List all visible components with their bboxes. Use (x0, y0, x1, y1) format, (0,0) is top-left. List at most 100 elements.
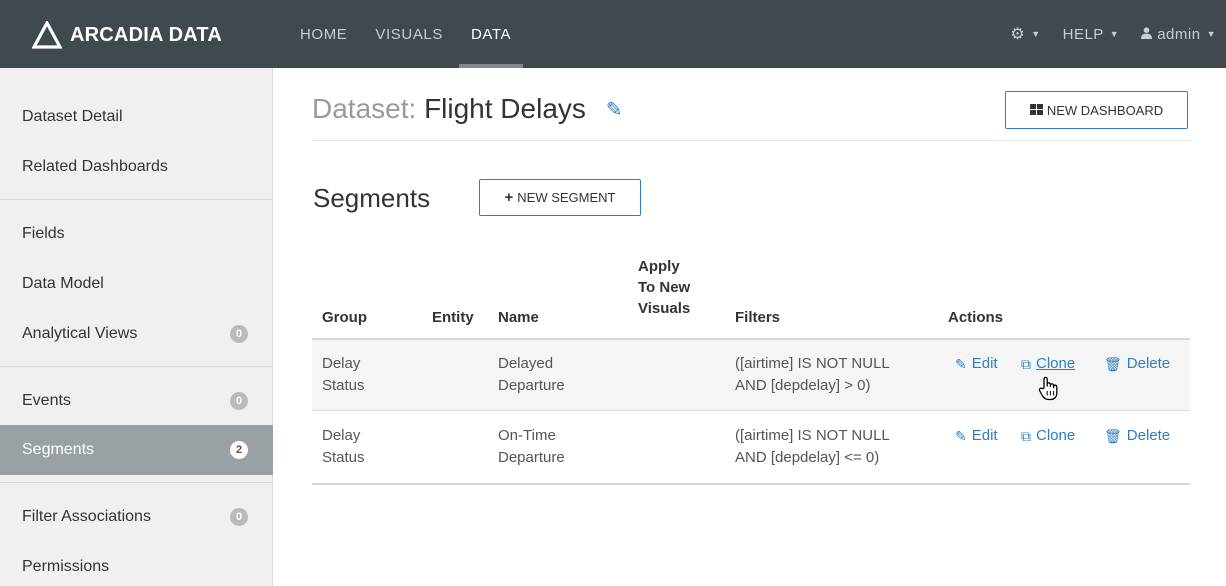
cell-line: Departure (498, 449, 565, 466)
column-header-entity[interactable]: Entity (432, 307, 474, 328)
header-line: Apply (638, 258, 680, 275)
sidebar-item-dataset-detail[interactable]: Dataset Detail (0, 92, 273, 142)
sidebar-divider (0, 199, 273, 200)
column-header-apply-to-new-visuals[interactable]: Apply To New Visuals (638, 256, 690, 319)
column-header-filters[interactable]: Filters (735, 307, 780, 328)
cell-filters: ([airtime] IS NOT NULL AND [depdelay] <=… (735, 425, 890, 469)
cell-line: ([airtime] IS NOT NULL (735, 355, 890, 372)
sidebar-item-permissions[interactable]: Permissions (0, 542, 273, 586)
new-segment-button[interactable]: + NEW SEGMENT (479, 179, 641, 216)
column-header-actions: Actions (948, 309, 1004, 326)
hand-cursor-icon (1038, 376, 1060, 407)
settings-menu[interactable]: ⚙ ▼ (1010, 24, 1040, 44)
sidebar-item-label: Filter Associations (22, 508, 151, 525)
sidebar-item-label: Related Dashboards (22, 158, 168, 175)
header-divider (312, 140, 1190, 141)
delete-link[interactable]: 🗑 Delete (1104, 353, 1170, 375)
section-title: Segments (313, 183, 431, 213)
chevron-down-icon: ▼ (1206, 29, 1216, 39)
table-bottom-rule (312, 483, 1190, 485)
sidebar-divider (0, 366, 273, 367)
edit-link[interactable]: ✎ Edit (955, 425, 998, 447)
clone-icon: ⧉ (1021, 428, 1031, 444)
cell-name: On-Time Departure (498, 425, 565, 469)
trash-icon: 🗑 (1104, 428, 1122, 444)
count-badge: 0 (230, 392, 248, 410)
sidebar-item-events[interactable]: Events 0 (0, 376, 273, 426)
header-line: To New (638, 279, 691, 296)
sidebar-item-filter-associations[interactable]: Filter Associations 0 (0, 492, 273, 542)
new-dashboard-button[interactable]: NEW DASHBOARD (1005, 91, 1188, 129)
cell-line: Status (322, 377, 365, 394)
delete-label: Delete (1126, 427, 1171, 444)
sidebar-divider (0, 482, 273, 483)
nav-active-indicator (458, 64, 524, 68)
sidebar-item-label: Events (22, 392, 71, 409)
cell-line: Departure (498, 377, 565, 394)
sidebar-item-data-model[interactable]: Data Model (0, 259, 273, 309)
main-nav: HOME VISUALS DATA (300, 0, 539, 68)
clone-icon: ⧉ (1021, 356, 1031, 372)
page-title: Dataset: Flight Delays ✎ (312, 93, 622, 125)
triangle-logo-icon (32, 21, 62, 49)
brand-logo[interactable]: ARCADIA DATA (32, 18, 222, 52)
sidebar-item-related-dashboards[interactable]: Related Dashboards (0, 142, 273, 192)
count-badge: 2 (230, 441, 248, 459)
help-menu[interactable]: HELP ▼ (1063, 26, 1120, 43)
cell-line: Status (322, 449, 365, 466)
user-menu[interactable]: admin ▼ (1141, 26, 1216, 43)
chevron-down-icon: ▼ (1109, 29, 1120, 39)
delete-label: Delete (1126, 355, 1171, 372)
cell-filters: ([airtime] IS NOT NULL AND [depdelay] > … (735, 353, 890, 397)
trash-icon: 🗑 (1104, 356, 1122, 372)
chevron-down-icon: ▼ (1031, 29, 1041, 39)
sidebar-item-label: Permissions (22, 558, 110, 575)
edit-label: Edit (971, 427, 998, 444)
pencil-icon[interactable]: ✎ (606, 97, 623, 122)
nav-right: ⚙ ▼ HELP ▼ admin ▼ (988, 0, 1216, 68)
pencil-icon: ✎ (955, 428, 967, 444)
column-header-group[interactable]: Group (322, 307, 367, 328)
cell-group: Delay Status (322, 353, 365, 397)
top-navbar: ARCADIA DATA HOME VISUALS DATA ⚙ ▼ HELP … (0, 0, 1226, 68)
page-title-prefix: Dataset: (312, 93, 417, 124)
sidebar-item-label: Dataset Detail (22, 108, 123, 125)
dataset-name: Flight Delays (424, 93, 586, 124)
gear-icon: ⚙ (1010, 26, 1026, 43)
cell-line: Delayed (498, 355, 554, 372)
nav-data-label: DATA (470, 26, 512, 43)
count-badge: 0 (230, 508, 248, 526)
new-segment-label: NEW SEGMENT (517, 190, 616, 205)
cell-line: AND [depdelay] > 0) (735, 377, 871, 394)
new-dashboard-label: NEW DASHBOARD (1046, 102, 1164, 118)
clone-link[interactable]: ⧉ Clone (1021, 353, 1075, 375)
cell-line: On-Time (498, 427, 556, 444)
user-icon (1141, 26, 1153, 42)
clone-link[interactable]: ⧉ Clone (1021, 425, 1075, 447)
sidebar-item-label: Data Model (22, 275, 104, 292)
edit-link[interactable]: ✎ Edit (955, 353, 998, 375)
user-name: admin (1157, 25, 1201, 43)
cell-line: ([airtime] IS NOT NULL (735, 427, 890, 444)
cell-group: Delay Status (322, 425, 365, 469)
help-label: HELP (1062, 25, 1104, 43)
nav-visuals[interactable]: VISUALS (375, 0, 443, 68)
clone-label: Clone (1036, 355, 1076, 372)
sidebar: Dataset Detail Related Dashboards Fields… (0, 68, 273, 586)
sidebar-item-segments[interactable]: Segments 2 (0, 425, 273, 475)
sidebar-item-label: Analytical Views (22, 325, 138, 342)
nav-data[interactable]: DATA (458, 0, 524, 68)
cell-line: Delay (322, 427, 361, 444)
cell-line: Delay (322, 355, 361, 372)
edit-label: Edit (971, 355, 998, 372)
grid-icon (1029, 103, 1043, 118)
delete-link[interactable]: 🗑 Delete (1104, 425, 1170, 447)
cell-line: AND [depdelay] <= 0) (735, 449, 880, 466)
column-header-name[interactable]: Name (498, 307, 539, 328)
nav-home[interactable]: HOME (300, 0, 347, 68)
clone-label: Clone (1036, 427, 1076, 444)
sidebar-item-fields[interactable]: Fields (0, 209, 273, 259)
sidebar-item-analytical-views[interactable]: Analytical Views 0 (0, 309, 273, 359)
sidebar-item-label: Fields (22, 225, 65, 242)
plus-icon: + (504, 189, 514, 206)
